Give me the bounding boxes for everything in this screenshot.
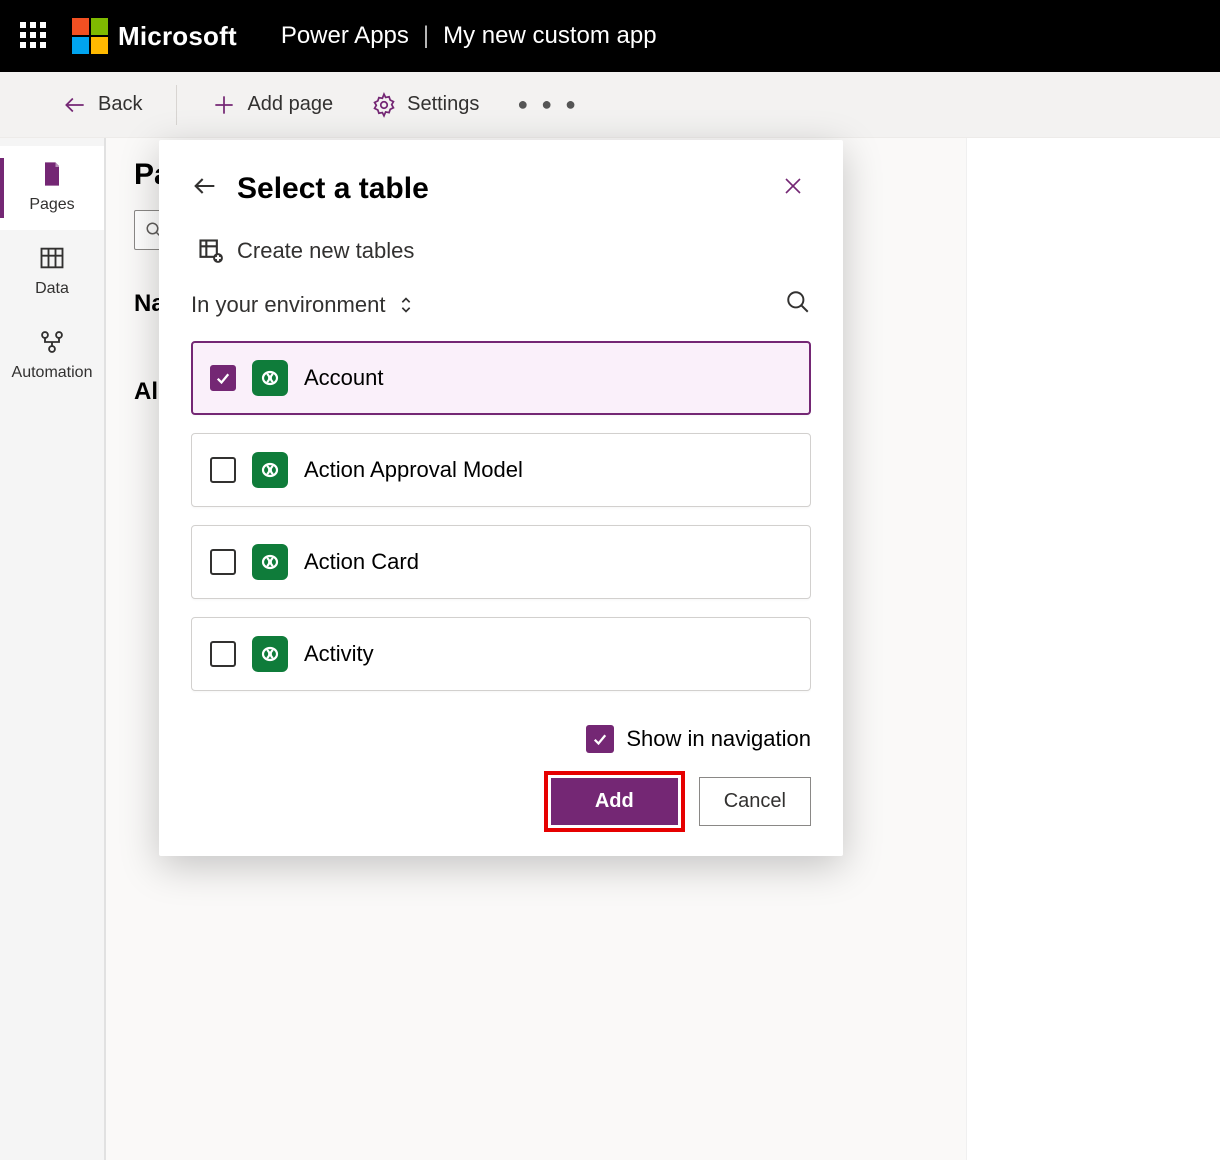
- flow-icon: [38, 328, 66, 356]
- app-name: My new custom app: [443, 22, 656, 50]
- create-new-tables-button[interactable]: Create new tables: [197, 237, 811, 265]
- table-name: Action Approval Model: [304, 457, 523, 483]
- page-icon: [38, 160, 66, 188]
- show-in-navigation-toggle[interactable]: Show in navigation: [586, 725, 811, 753]
- close-icon: [781, 174, 805, 198]
- microsoft-logo-icon: [72, 18, 108, 54]
- table-option-account[interactable]: Account: [191, 341, 811, 415]
- breadcrumb-separator: |: [423, 22, 429, 50]
- dataverse-icon: [252, 452, 288, 488]
- create-new-label: Create new tables: [237, 238, 414, 264]
- environment-filter[interactable]: In your environment: [191, 289, 811, 321]
- table-search-button[interactable]: [785, 289, 811, 321]
- rail-label: Automation: [12, 364, 93, 381]
- checkbox[interactable]: [210, 549, 236, 575]
- dialog-header: Select a table: [191, 168, 811, 209]
- dataverse-icon: [252, 636, 288, 672]
- add-page-button[interactable]: Add page: [201, 86, 343, 124]
- table-name: Account: [304, 365, 384, 391]
- select-table-dialog: Select a table Create new tables In your…: [159, 140, 843, 856]
- search-icon: [785, 289, 811, 315]
- table-name: Action Card: [304, 549, 419, 575]
- dialog-buttons: Add Cancel: [544, 771, 811, 832]
- rail-item-pages[interactable]: Pages: [0, 146, 104, 230]
- dialog-close-button[interactable]: [775, 168, 811, 209]
- table-plus-icon: [197, 237, 225, 265]
- microsoft-brand: Microsoft: [72, 18, 237, 54]
- rail-item-data[interactable]: Data: [0, 230, 104, 314]
- table-option-action-card[interactable]: Action Card: [191, 525, 811, 599]
- gear-icon: [371, 92, 397, 118]
- show-in-nav-label: Show in navigation: [626, 726, 811, 752]
- command-bar: Back Add page Settings ● ● ●: [0, 72, 1220, 138]
- sort-chevron-icon: [395, 294, 417, 316]
- tutorial-highlight: Add: [544, 771, 685, 832]
- check-icon: [591, 730, 609, 748]
- more-commands-button[interactable]: ● ● ●: [507, 88, 590, 121]
- rail-label: Data: [35, 280, 69, 297]
- toolbar-divider: [176, 85, 177, 125]
- checkbox[interactable]: [210, 457, 236, 483]
- dialog-title: Select a table: [237, 172, 429, 206]
- app-canvas-preview: [966, 138, 1220, 1160]
- back-button[interactable]: Back: [52, 86, 152, 124]
- add-page-label: Add page: [247, 93, 333, 116]
- add-button[interactable]: Add: [551, 778, 678, 825]
- microsoft-label: Microsoft: [118, 21, 237, 52]
- checkbox[interactable]: [210, 365, 236, 391]
- app-breadcrumb: Power Apps | My new custom app: [281, 22, 657, 50]
- cancel-button[interactable]: Cancel: [699, 777, 811, 826]
- arrow-left-icon: [62, 92, 88, 118]
- table-option-action-approval-model[interactable]: Action Approval Model: [191, 433, 811, 507]
- filter-label: In your environment: [191, 292, 385, 318]
- back-label: Back: [98, 93, 142, 116]
- rail-label: Pages: [29, 196, 74, 213]
- dataverse-icon: [252, 544, 288, 580]
- table-icon: [38, 244, 66, 272]
- checkbox-checked[interactable]: [586, 725, 614, 753]
- table-list: Account Action Approval Model Action Car…: [191, 341, 811, 715]
- dataverse-icon: [252, 360, 288, 396]
- plus-icon: [211, 92, 237, 118]
- settings-label: Settings: [407, 93, 479, 116]
- left-nav-rail: Pages Data Automation: [0, 138, 106, 1160]
- dialog-footer: Show in navigation Add Cancel: [191, 725, 811, 832]
- settings-button[interactable]: Settings: [361, 86, 489, 124]
- table-option-activity[interactable]: Activity: [191, 617, 811, 691]
- global-header: Microsoft Power Apps | My new custom app: [0, 0, 1220, 72]
- table-name: Activity: [304, 641, 374, 667]
- checkbox[interactable]: [210, 641, 236, 667]
- arrow-left-icon: [191, 172, 219, 200]
- product-name[interactable]: Power Apps: [281, 22, 409, 50]
- rail-item-automation[interactable]: Automation: [0, 314, 104, 398]
- app-launcher-icon[interactable]: [20, 22, 48, 50]
- check-icon: [214, 369, 232, 387]
- dialog-back-button[interactable]: [191, 172, 219, 205]
